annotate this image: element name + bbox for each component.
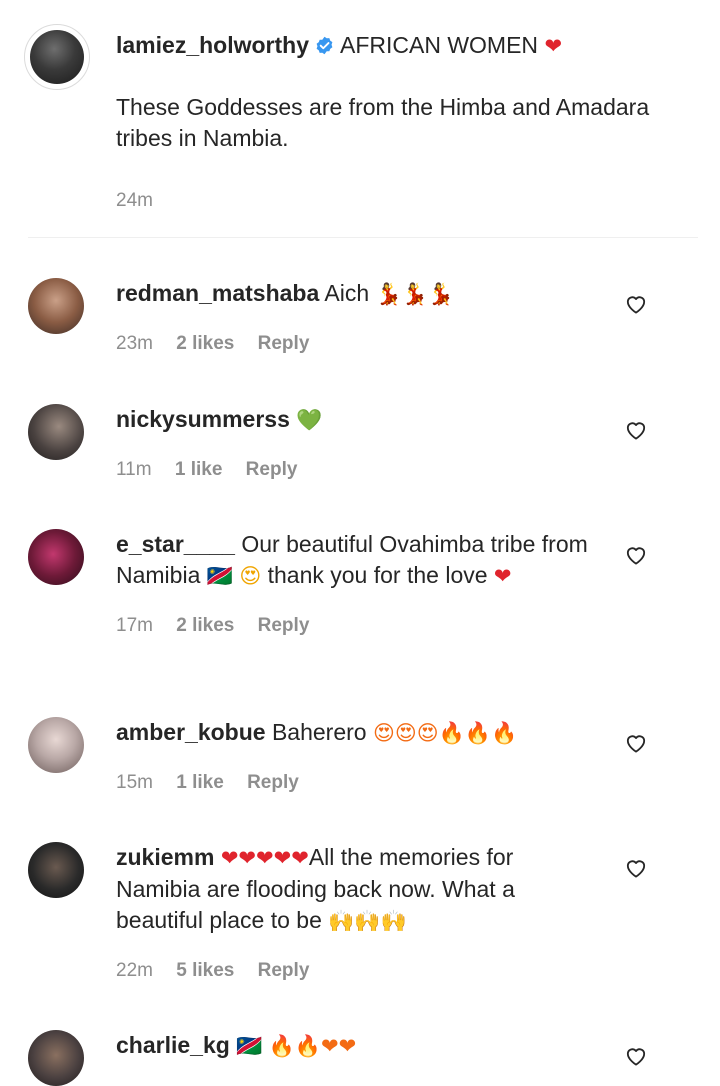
comment-body: zukiemm ❤❤❤❤❤All the memories for Namibi… bbox=[116, 842, 596, 983]
like-comment-button[interactable] bbox=[625, 294, 649, 316]
comment-username[interactable]: zukiemm bbox=[116, 844, 214, 870]
heart-outline-icon bbox=[626, 860, 646, 878]
comment-timestamp: 11m bbox=[116, 459, 152, 480]
comment-message: Aich bbox=[324, 280, 370, 306]
comment-body: e_star____ Our beautiful Ovahimba tribe … bbox=[116, 529, 596, 638]
comment-text: redman_matshaba Aich 💃💃💃 bbox=[116, 278, 596, 310]
reply-button[interactable]: Reply bbox=[258, 615, 310, 636]
comment-body: redman_matshaba Aich 💃💃💃 23m 2 likes Rep… bbox=[116, 278, 596, 356]
heart-outline-icon bbox=[626, 1048, 646, 1066]
comment-avatar[interactable] bbox=[28, 278, 84, 334]
heart-outline-icon bbox=[626, 422, 646, 440]
namibia-flag-icon: 🇳🇦 bbox=[236, 1034, 263, 1058]
heart-eyes-fire-emoji-icon: 😍😍😍🔥🔥🔥 bbox=[372, 721, 518, 745]
comment-username[interactable]: nickysummerss bbox=[116, 406, 290, 432]
comment-avatar[interactable] bbox=[28, 404, 84, 460]
divider bbox=[28, 237, 698, 238]
comment-avatar[interactable] bbox=[28, 717, 84, 773]
green-heart-icon: 💚 bbox=[296, 408, 323, 432]
like-comment-button[interactable] bbox=[625, 545, 649, 567]
like-comment-button[interactable] bbox=[625, 858, 649, 880]
comment-timestamp: 22m bbox=[116, 960, 153, 981]
comment-text: charlie_kg 🇳🇦 🔥🔥❤❤ bbox=[116, 1030, 596, 1062]
comment-likes[interactable]: 1 like bbox=[175, 459, 223, 480]
comment-meta: 11m 1 like Reply bbox=[116, 458, 596, 482]
comment-timestamp: 15m bbox=[116, 772, 153, 793]
avatar-image bbox=[30, 30, 84, 84]
verified-badge-icon bbox=[315, 32, 334, 55]
comment-body: charlie_kg 🇳🇦 🔥🔥❤❤ bbox=[116, 1030, 596, 1062]
caption-avatar[interactable] bbox=[24, 24, 90, 90]
comment-likes[interactable]: 5 likes bbox=[176, 960, 234, 981]
comment-text: zukiemm ❤❤❤❤❤All the memories for Namibi… bbox=[116, 842, 596, 937]
raised-hands-icon: 🙌🙌🙌 bbox=[328, 909, 407, 933]
comment-text: nickysummerss 💚 bbox=[116, 404, 596, 436]
like-comment-button[interactable] bbox=[625, 420, 649, 442]
comment-username[interactable]: amber_kobue bbox=[116, 719, 266, 745]
reply-button[interactable]: Reply bbox=[247, 772, 299, 793]
comment-body: nickysummerss 💚 11m 1 like Reply bbox=[116, 404, 596, 482]
comment-username[interactable]: redman_matshaba bbox=[116, 280, 319, 306]
caption-username[interactable]: lamiez_holworthy bbox=[116, 32, 309, 58]
comment-username[interactable]: charlie_kg bbox=[116, 1032, 230, 1058]
reply-button[interactable]: Reply bbox=[258, 333, 310, 354]
heart-outline-icon bbox=[626, 735, 646, 753]
comment-avatar[interactable] bbox=[28, 529, 84, 585]
fire-hearts-emoji-icon: 🔥🔥❤❤ bbox=[268, 1034, 357, 1058]
reply-button[interactable]: Reply bbox=[258, 960, 310, 981]
caption-text: These Goddesses are from the Himba and A… bbox=[116, 94, 650, 151]
comment-timestamp: 23m bbox=[116, 333, 153, 354]
comment-avatar[interactable] bbox=[28, 1030, 84, 1086]
like-comment-button[interactable] bbox=[625, 733, 649, 755]
caption-headline: lamiez_holworthy AFRICAN WOMEN ❤ bbox=[116, 30, 686, 62]
reply-button[interactable]: Reply bbox=[246, 459, 298, 480]
heart-eyes-emoji-icon: 😍 bbox=[239, 564, 262, 588]
comment-text: e_star____ Our beautiful Ovahimba tribe … bbox=[116, 529, 596, 592]
heart-outline-icon bbox=[626, 547, 646, 565]
comment-meta: 22m 5 likes Reply bbox=[116, 959, 596, 983]
comment-likes[interactable]: 2 likes bbox=[176, 333, 234, 354]
comment-avatar[interactable] bbox=[28, 842, 84, 898]
comment-body: amber_kobue Baherero 😍😍😍🔥🔥🔥 15m 1 like R… bbox=[116, 717, 596, 795]
red-hearts-icon: ❤❤❤❤❤ bbox=[220, 846, 309, 870]
namibia-flag-icon: 🇳🇦 bbox=[206, 564, 233, 588]
comment-username[interactable]: e_star____ bbox=[116, 531, 235, 557]
comment-likes[interactable]: 1 like bbox=[176, 772, 224, 793]
like-comment-button[interactable] bbox=[625, 1046, 649, 1068]
red-heart-icon: ❤ bbox=[544, 34, 563, 58]
comment-text: amber_kobue Baherero 😍😍😍🔥🔥🔥 bbox=[116, 717, 596, 749]
caption-headline-text: AFRICAN WOMEN bbox=[339, 32, 539, 58]
comment-likes[interactable]: 2 likes bbox=[176, 615, 234, 636]
red-heart-icon: ❤ bbox=[493, 564, 512, 588]
comment-meta: 23m 2 likes Reply bbox=[116, 332, 596, 356]
caption-body: lamiez_holworthy AFRICAN WOMEN ❤ These Go… bbox=[116, 30, 686, 212]
comment-message: Baherero bbox=[271, 719, 367, 745]
comment-timestamp: 17m bbox=[116, 615, 153, 636]
comment-message-continued: thank you for the love bbox=[267, 562, 488, 588]
dancer-emoji-icon: 💃💃💃 bbox=[375, 282, 454, 306]
heart-outline-icon bbox=[626, 296, 646, 314]
caption-timestamp: 24m bbox=[116, 190, 153, 211]
comment-meta: 17m 2 likes Reply bbox=[116, 614, 596, 638]
comment-meta: 15m 1 like Reply bbox=[116, 771, 596, 795]
